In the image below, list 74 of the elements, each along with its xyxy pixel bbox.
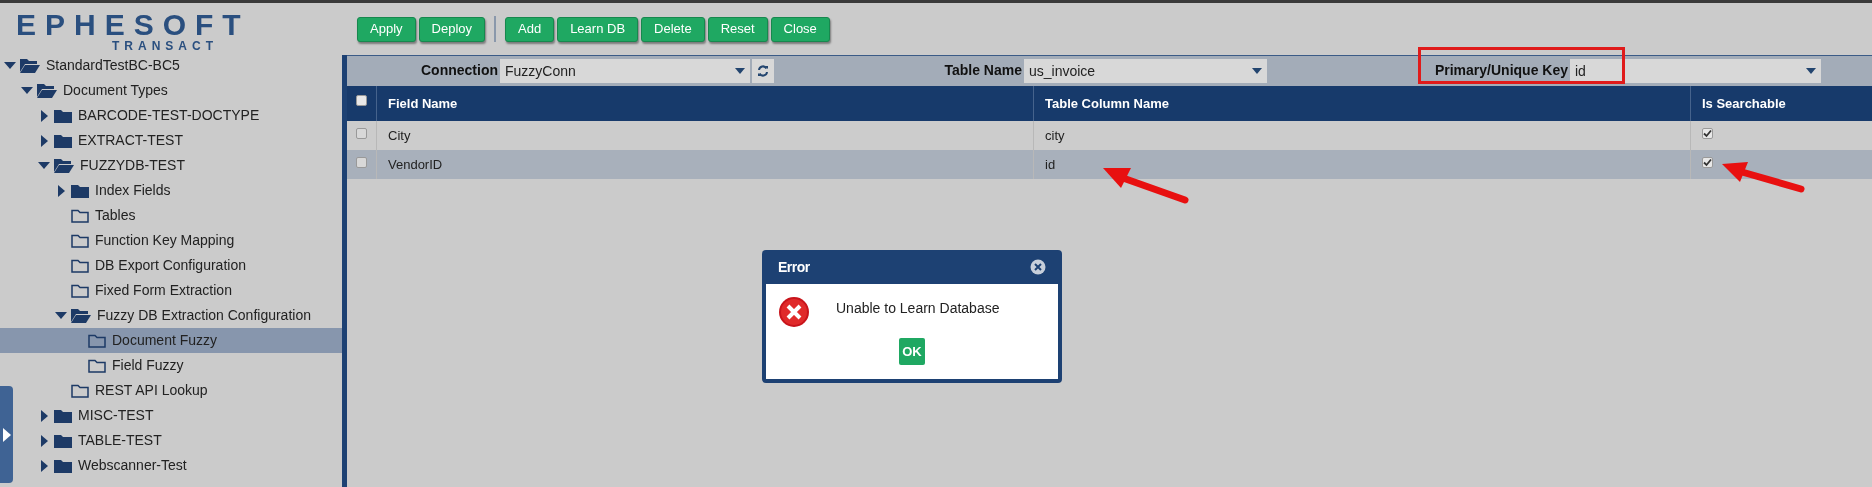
table-cell-text: id [1045, 155, 1056, 174]
primary-key-dropdown[interactable]: id [1570, 59, 1821, 83]
caret-right-icon [40, 459, 48, 472]
logo-wordmark: EPHESOFT [16, 10, 250, 40]
tree-item[interactable]: Index Fields [95, 180, 171, 201]
caret-down-icon [4, 62, 16, 69]
dialog-title: Error [778, 257, 810, 277]
caret-down-icon [735, 68, 745, 74]
folder-icon [54, 408, 72, 423]
caret-right-icon [2, 427, 11, 442]
table-cell-text: VendorID [388, 155, 443, 174]
folder-outline-icon [71, 383, 89, 398]
caret-right-icon [40, 134, 48, 147]
table-cell-text: city [1045, 126, 1065, 145]
caret-right-icon [40, 434, 48, 447]
folder-icon [71, 183, 89, 198]
tree-item[interactable]: Webscanner-Test [78, 455, 187, 476]
primary-key-label: Primary/Unique Key [1433, 61, 1568, 80]
tree-item[interactable]: BARCODE-TEST-DOCTYPE [78, 105, 260, 126]
tree-item[interactable]: EXTRACT-TEST [78, 130, 183, 151]
sidebar-toggle-tab[interactable] [0, 386, 13, 483]
folder-icon [54, 108, 72, 123]
table-name-label: Table Name [943, 61, 1022, 80]
caret-down-icon [1806, 68, 1816, 74]
folder-outline-icon [71, 258, 89, 273]
caret-down-icon [55, 312, 67, 319]
tree-item[interactable]: Fuzzy DB Extraction Configuration [97, 305, 311, 326]
caret-right-icon [40, 409, 48, 422]
error-icon [778, 296, 810, 328]
caret-down-icon [1252, 68, 1262, 74]
caret-down-icon [38, 162, 50, 169]
tree-item[interactable]: Fixed Form Extraction [95, 280, 232, 301]
checkbox[interactable] [356, 157, 367, 168]
tree-item[interactable]: Tables [95, 205, 136, 226]
tree-item[interactable]: DB Export Configuration [95, 255, 246, 276]
caret-down-icon [21, 87, 33, 94]
connection-dropdown[interactable]: FuzzyConn [500, 59, 750, 83]
tree-item[interactable]: FUZZYDB-TEST [80, 155, 185, 176]
logo-tagline: TRANSACT [112, 40, 218, 53]
tree-item[interactable]: Document Types [63, 80, 168, 101]
caret-right-icon [57, 184, 65, 197]
tree-item[interactable]: TABLE-TEST [78, 430, 162, 451]
checkbox[interactable] [356, 128, 367, 139]
table-name-dropdown[interactable]: us_invoice [1024, 59, 1267, 83]
folder-outline-icon [71, 233, 89, 248]
column-header[interactable]: Table Column Name [1045, 93, 1169, 114]
refresh-button[interactable] [752, 59, 774, 83]
folder-icon [54, 433, 72, 448]
folder-outline-icon [88, 358, 106, 373]
connection-label: Connection [420, 61, 498, 80]
column-header[interactable]: Is Searchable [1702, 93, 1786, 114]
error-message: Unable to Learn Database [836, 298, 1000, 318]
close-icon[interactable] [1030, 259, 1046, 275]
tree-item[interactable]: Function Key Mapping [95, 230, 235, 251]
folder-outline-icon [88, 333, 106, 348]
open-folder-icon [71, 308, 91, 323]
open-folder-icon [20, 58, 40, 73]
open-folder-icon [37, 83, 57, 98]
folder-icon [54, 133, 72, 148]
checkbox[interactable] [356, 95, 367, 106]
table-cell-text: City [388, 126, 411, 145]
open-folder-icon [54, 158, 74, 173]
folder-icon [54, 458, 72, 473]
tree-item[interactable]: REST API Lookup [95, 380, 208, 401]
folder-outline-icon [71, 283, 89, 298]
checkbox[interactable] [1702, 157, 1713, 168]
tree-item[interactable]: Field Fuzzy [112, 355, 184, 376]
tree-item[interactable]: StandardTestBC-BC5 [46, 55, 180, 76]
checkbox[interactable] [1702, 128, 1713, 139]
caret-right-icon [40, 109, 48, 122]
folder-outline-icon [71, 208, 89, 223]
column-header[interactable]: Field Name [388, 93, 458, 114]
refresh-icon [757, 65, 769, 77]
tree-item[interactable]: MISC-TEST [78, 405, 154, 426]
